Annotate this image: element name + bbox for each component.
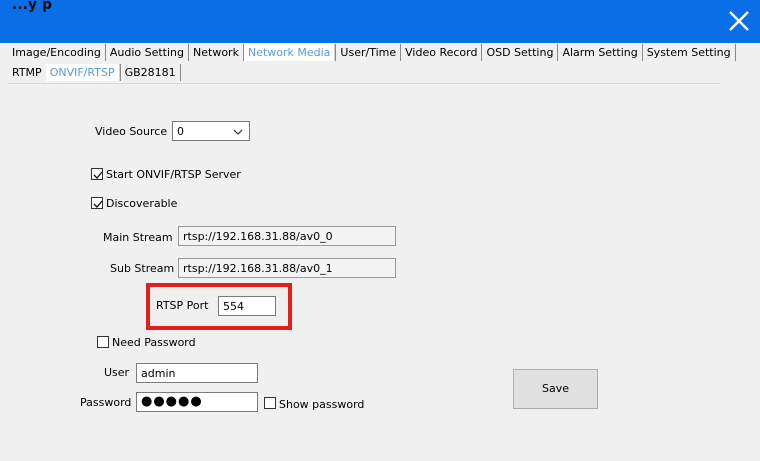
show-password-label: Show password <box>279 398 365 411</box>
checkmark-icon <box>93 200 103 208</box>
password-input[interactable]: ●●●●● <box>136 392 258 412</box>
show-password-checkbox[interactable] <box>264 397 276 409</box>
rtsp-port-input[interactable]: 554 <box>218 296 276 316</box>
tab-network-media[interactable]: Network Media <box>243 44 336 61</box>
save-button[interactable]: Save <box>513 369 598 409</box>
video-source-label: Video Source <box>95 125 168 138</box>
rtsp-port-label: RTSP Port <box>156 299 209 312</box>
start-server-label: Start ONVIF/RTSP Server <box>106 168 241 181</box>
need-password-label: Need Password <box>112 336 196 349</box>
subtab-onvif-rtsp[interactable]: ONVIF/RTSP <box>45 64 120 81</box>
tab-system-setting[interactable]: System Setting <box>642 44 736 61</box>
need-password-checkbox[interactable] <box>97 336 109 348</box>
tab-user-time[interactable]: User/Time <box>335 44 402 61</box>
user-label: User <box>104 366 130 379</box>
title-bar: ...y p <box>0 0 760 43</box>
tab-osd-setting[interactable]: OSD Setting <box>482 44 559 61</box>
sub-stream-label: Sub Stream <box>110 262 175 275</box>
chevron-down-icon <box>233 122 243 149</box>
subtab-rtmp[interactable]: RTMP <box>8 64 46 81</box>
main-tab-bar: Image/Encoding Audio Setting Network Net… <box>8 44 736 62</box>
start-server-checkbox[interactable] <box>91 168 103 180</box>
close-icon[interactable] <box>726 8 752 34</box>
tab-alarm-setting[interactable]: Alarm Setting <box>558 44 643 61</box>
tab-audio-setting[interactable]: Audio Setting <box>105 44 190 61</box>
user-input[interactable]: admin <box>136 363 258 383</box>
tab-video-record[interactable]: Video Record <box>401 44 483 61</box>
main-stream-field[interactable]: rtsp://192.168.31.88/av0_0 <box>178 226 396 246</box>
sub-tab-bar: RTMP ONVIF/RTSP GB28181 <box>8 64 181 82</box>
subtab-gb28181[interactable]: GB28181 <box>119 64 181 81</box>
tab-image-encoding[interactable]: Image/Encoding <box>8 44 106 61</box>
password-label: Password <box>80 396 132 409</box>
video-source-select[interactable]: 0 <box>172 121 250 141</box>
checkmark-icon <box>93 171 103 179</box>
video-source-value: 0 <box>177 125 184 138</box>
discoverable-checkbox[interactable] <box>91 197 103 209</box>
tab-network[interactable]: Network <box>189 44 244 61</box>
sub-stream-field[interactable]: rtsp://192.168.31.88/av0_1 <box>178 258 396 278</box>
window-caption: ...y p <box>12 0 52 13</box>
discoverable-label: Discoverable <box>106 197 178 210</box>
main-stream-label: Main Stream <box>103 231 173 244</box>
